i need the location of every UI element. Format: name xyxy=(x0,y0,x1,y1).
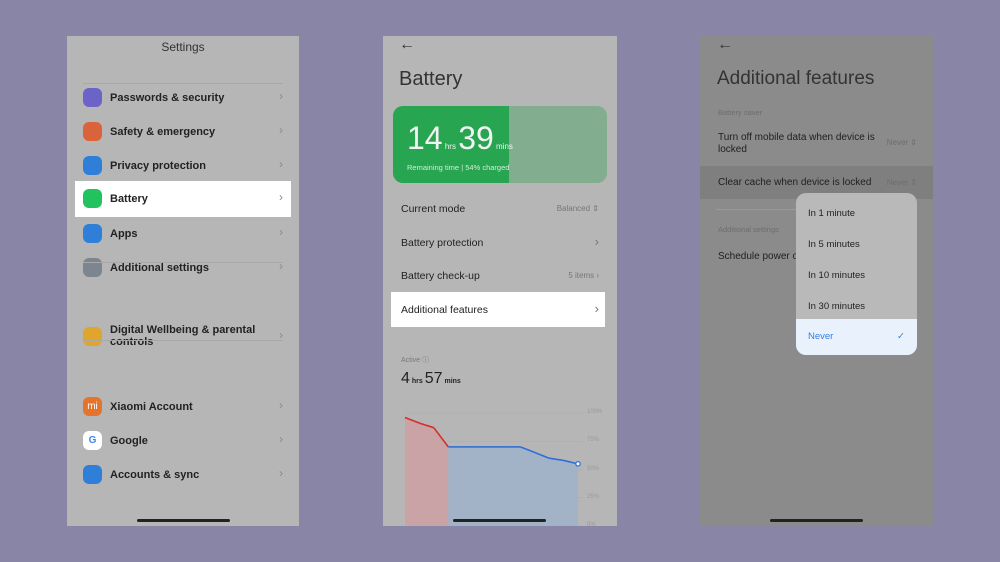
account-icon xyxy=(83,465,102,484)
settings-item-label: Battery xyxy=(110,193,148,205)
privacy-icon xyxy=(83,156,102,175)
option-never[interactable]: Never ✓ xyxy=(796,319,917,355)
y-tick-label: 50% xyxy=(587,465,600,472)
row-label: Clear cache when device is locked xyxy=(718,177,872,188)
minutes-value: 39 xyxy=(458,120,494,156)
home-bar[interactable] xyxy=(453,519,546,522)
settings-item-label: Safety & emergency xyxy=(110,126,216,138)
drain-area xyxy=(405,417,449,526)
row-value: › xyxy=(594,301,599,316)
option-label: Never xyxy=(808,331,834,342)
emergency-icon xyxy=(83,122,102,141)
row-value: 5 items › xyxy=(568,271,599,280)
google-icon: G xyxy=(83,431,102,450)
option-label: In 10 minutes xyxy=(808,270,866,281)
chevron-right-icon: › xyxy=(279,157,283,171)
battery-row[interactable]: Current mode Balanced ⇕ xyxy=(383,191,617,225)
row-label: Additional features xyxy=(401,304,488,316)
home-bar[interactable] xyxy=(770,519,863,522)
settings-item-label: Privacy protection xyxy=(110,160,206,172)
fingerprint-icon xyxy=(83,88,102,107)
row-value: Never xyxy=(886,138,909,147)
settings-item[interactable]: Accounts & sync › xyxy=(67,457,299,491)
page-title: Additional features xyxy=(717,68,875,89)
option-label: In 1 minute xyxy=(808,208,855,219)
chevron-right-icon: › xyxy=(279,398,283,412)
battery-row[interactable]: Battery check-up 5 items › xyxy=(383,258,617,292)
settings-item-label: Additional settings xyxy=(110,262,209,274)
option-in-1-minute[interactable]: In 1 minute xyxy=(796,198,917,229)
chevron-right-icon: › xyxy=(279,89,283,103)
settings-item-label: Accounts & sync xyxy=(110,469,200,481)
chevron-right-icon: › xyxy=(279,466,283,480)
settings-item[interactable]: Digital Wellbeing & parental controls › xyxy=(67,319,299,353)
settings-item-label: Digital Wellbeing & parental controls xyxy=(110,324,256,348)
settings-screen: Settings Passwords & security › Safety & e… xyxy=(67,36,299,526)
home-bar[interactable] xyxy=(137,519,230,522)
help-icon[interactable]: ⓘ xyxy=(422,357,429,364)
y-tick-label: 100% xyxy=(587,409,603,415)
y-tick-label: 75% xyxy=(587,437,600,444)
option-label: In 30 minutes xyxy=(808,301,866,312)
chevron-right-icon: › xyxy=(279,190,283,204)
option-label: In 5 minutes xyxy=(808,239,860,250)
hours-value: 14 xyxy=(407,120,443,156)
battery-chart xyxy=(404,412,583,526)
back-arrow-icon[interactable]: ← xyxy=(717,36,733,54)
row-value: Never xyxy=(886,178,909,187)
settings-item[interactable]: G Google › xyxy=(67,423,299,457)
settings-item-label: Apps xyxy=(110,228,138,240)
settings-item[interactable]: Battery › xyxy=(75,181,291,217)
schedule-power-row[interactable]: Schedule power o xyxy=(718,251,798,262)
row-label: Turn off mobile data when device is lock… xyxy=(718,132,875,155)
y-tick-label: 25% xyxy=(587,493,600,500)
page-title: Settings xyxy=(161,40,205,54)
additional-features-screen: ← Additional features Battery saver Turn… xyxy=(700,36,933,526)
settings-item[interactable]: Privacy protection › xyxy=(67,148,299,182)
gear-icon xyxy=(83,224,102,243)
chevron-right-icon: › xyxy=(279,123,283,137)
settings-item[interactable]: Additional settings › xyxy=(67,250,299,284)
row-value: › xyxy=(594,234,599,249)
updown-icon: ⇕ xyxy=(910,138,917,147)
chevron-right-icon: › xyxy=(279,432,283,446)
wellbeing-icon xyxy=(83,327,102,346)
battery-screen: ← Battery 14 hrs 39 mins Remaining time … xyxy=(383,36,617,526)
mobile-data-row[interactable]: Turn off mobile data when device is lock… xyxy=(700,131,933,165)
row-value: Balanced ⇕ xyxy=(556,204,599,213)
active-label: Active xyxy=(401,357,421,364)
option-in-30-minutes[interactable]: In 30 minutes xyxy=(796,291,917,322)
back-arrow-icon[interactable]: ← xyxy=(399,36,415,54)
option-in-10-minutes[interactable]: In 10 minutes xyxy=(796,260,917,291)
settings-item-label: Passwords & security xyxy=(110,92,225,104)
current-point xyxy=(575,460,581,467)
mi-icon: mi xyxy=(83,397,102,416)
battery-row[interactable]: Additional features › xyxy=(391,292,605,327)
chevron-right-icon: › xyxy=(279,225,283,239)
settings-item[interactable]: Passwords & security › xyxy=(67,80,299,114)
section-additional-settings: Additional settings xyxy=(718,225,779,234)
updown-icon: ⇕ xyxy=(910,178,917,187)
page-title: Battery xyxy=(399,68,463,90)
row-label: Battery protection xyxy=(401,237,484,249)
check-icon: ✓ xyxy=(897,331,905,342)
battery-icon xyxy=(83,189,102,208)
more-icon xyxy=(83,258,102,277)
row-label: Battery check-up xyxy=(401,270,480,282)
dropdown-menu: In 1 minute In 5 minutes In 10 minutes In 3… xyxy=(796,193,917,355)
settings-item-label: Xiaomi Account xyxy=(110,401,193,413)
settings-item[interactable]: Apps › xyxy=(67,216,299,250)
remaining-text: Remaining time | 54% charged xyxy=(407,163,510,172)
row-label: Current mode xyxy=(401,203,466,215)
y-tick-label: 0% xyxy=(587,522,596,526)
option-in-5-minutes[interactable]: In 5 minutes xyxy=(796,229,917,260)
active-time: 4 hrs 57 mins xyxy=(401,370,461,387)
battery-row[interactable]: Battery protection › xyxy=(383,225,617,259)
settings-item[interactable]: Safety & emergency › xyxy=(67,114,299,148)
battery-card: 14 hrs 39 mins Remaining time | 54% char… xyxy=(393,106,607,183)
settings-item[interactable]: mi Xiaomi Account › xyxy=(67,389,299,423)
section-battery-saver: Battery saver xyxy=(718,108,763,117)
settings-item-label: Google xyxy=(110,435,148,447)
